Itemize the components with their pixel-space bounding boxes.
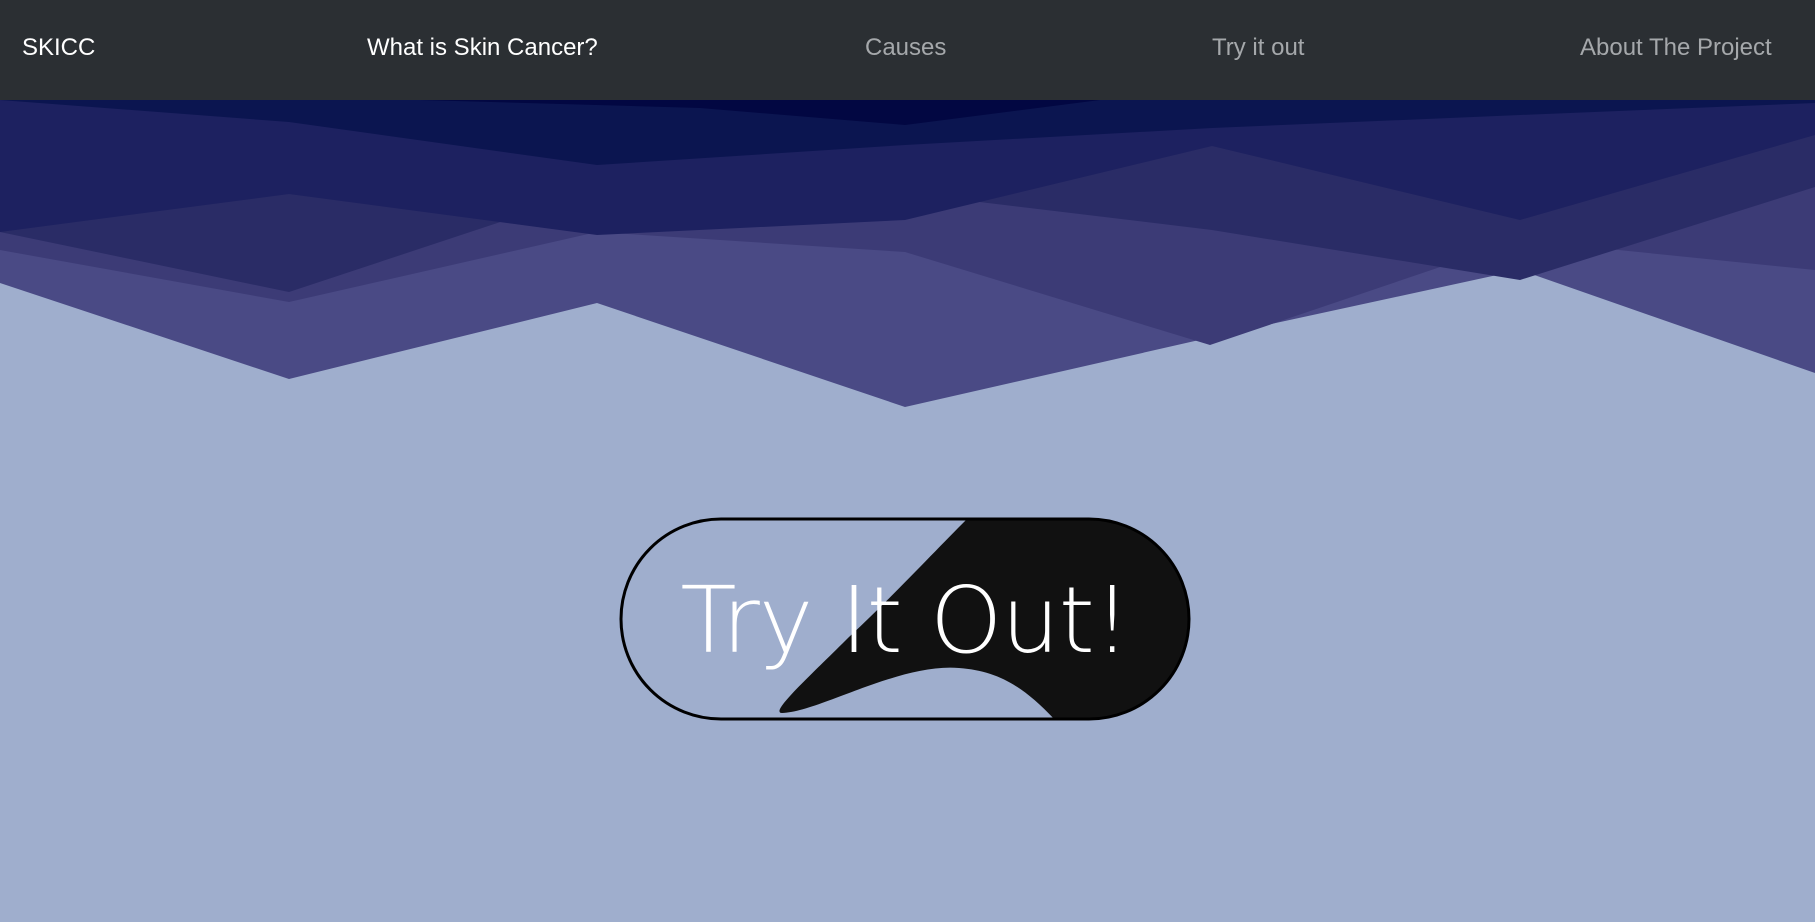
navbar: SKICC What is Skin Cancer? Causes Try it… [0, 0, 1815, 100]
hero-wave-background [0, 100, 1815, 407]
brand-link[interactable]: SKICC [22, 34, 95, 62]
nav-item-about-the-project[interactable]: About The Project [1580, 34, 1772, 62]
nav-item-what-is-skin-cancer[interactable]: What is Skin Cancer? [367, 34, 598, 62]
try-it-out-button[interactable]: Try It Out! [619, 517, 1191, 721]
nav-item-causes[interactable]: Causes [865, 34, 946, 62]
cta-label: Try It Out! [680, 567, 1130, 674]
nav-item-try-it-out[interactable]: Try it out [1212, 34, 1304, 62]
